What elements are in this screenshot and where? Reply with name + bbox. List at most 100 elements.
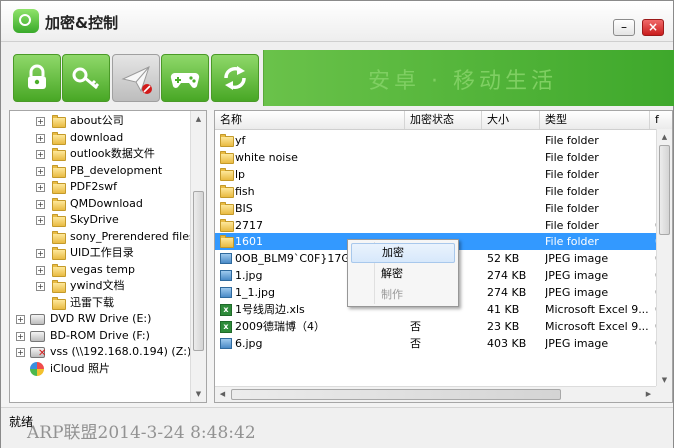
cell-type: JPEG image [545,269,609,283]
drive-icon [30,330,45,342]
menu-item-decrypt[interactable]: 解密 [351,264,455,284]
encrypt-lock-button[interactable] [13,54,61,102]
tree-item[interactable]: 迅雷下载 [70,295,114,311]
scroll-down-icon[interactable]: ▼ [193,388,204,400]
paper-plane-icon [121,66,152,94]
cell-name: 2009德瑞博（4） [235,319,325,333]
scroll-right-icon[interactable]: ▶ [643,388,654,400]
send-button[interactable] [112,54,160,102]
folder-icon [52,263,66,277]
cell-type: File folder [545,201,599,215]
folder-icon [52,181,66,194]
cell-type: JPEG image [545,336,609,350]
folder-icon [52,115,66,128]
image-file-icon [220,270,232,282]
table-row[interactable]: yf File folder [215,132,658,149]
lock-icon [28,64,46,89]
scroll-up-icon[interactable]: ▲ [659,131,670,143]
folder-icon [220,167,234,181]
close-button[interactable]: × [642,19,664,36]
minimize-button[interactable]: – [613,19,635,36]
table-row[interactable]: white noise File folder [215,149,658,166]
tree-expander-icon[interactable]: + [36,282,45,291]
menu-item-encrypt[interactable]: 加密 [351,243,455,263]
tree-expander-icon[interactable]: + [36,183,45,192]
table-row[interactable]: x2009德瑞博（4）否23 KBMicrosoft Excel 9...0 [215,318,662,335]
table-row[interactable]: lp File folder [215,166,658,183]
tree-expander-icon[interactable]: + [36,133,45,143]
tree-item[interactable]: iCloud 照片 [50,361,110,377]
tree-item[interactable]: about公司 [70,113,124,129]
cell-name: 2717 [235,218,263,232]
scroll-down-icon[interactable]: ▼ [659,374,670,386]
tree-item[interactable]: outlook数据文件 [70,146,155,162]
image-file-icon [220,287,232,299]
folder-icon [220,201,234,215]
tree-expander-icon[interactable]: + [36,199,45,209]
cell-size: 274 KB [487,286,527,300]
cell-type: File folder [545,134,599,147]
folder-icon [52,280,66,293]
tree-item[interactable]: vegas temp [70,262,135,278]
tree-item[interactable]: download [70,130,123,146]
tree-item[interactable]: ywind文档 [70,278,125,294]
cell-name: yf [235,134,246,147]
cell-type: File folder [545,235,599,249]
tree-vertical-scrollbar[interactable]: ▲ ▼ [190,111,206,402]
image-file-icon [220,253,232,265]
scroll-thumb[interactable] [659,145,670,235]
tree-expander-icon[interactable]: + [36,117,45,126]
menu-item-make: 制作 [381,288,403,301]
title-bar[interactable]: 加密&控制 – × [1,1,673,42]
tree-expander-icon[interactable]: + [16,315,25,324]
column-header-size[interactable]: 大小 [482,111,540,129]
drive-icon [30,314,45,325]
scroll-thumb[interactable] [193,191,204,351]
scroll-left-icon[interactable]: ◀ [217,388,228,400]
list-horizontal-scrollbar[interactable]: ◀ ▶ [215,386,658,402]
tree-item[interactable]: DVD RW Drive (E:) [50,311,151,327]
tree-item[interactable]: BD-ROM Drive (F:) [50,328,150,344]
cell-name: lp [235,167,246,181]
cell-size: 52 KB [487,252,520,266]
tree-expander-icon[interactable]: + [36,150,45,159]
column-header-extra[interactable]: f [650,111,672,129]
table-row[interactable]: fish File folder [215,183,658,200]
decrypt-key-button[interactable] [62,54,110,102]
tree-item[interactable]: PB_development [70,163,162,179]
table-row[interactable]: 6.jpg否403 KBJPEG image0 [215,335,662,352]
gamepad-button[interactable] [161,54,209,102]
tree-item[interactable]: SkyDrive [70,212,119,228]
excel-file-icon: x [220,304,232,316]
tree-expander-icon[interactable]: + [16,348,25,357]
folder-icon [220,150,234,164]
scroll-up-icon[interactable]: ▲ [193,113,204,125]
horizontal-scroll-thumb[interactable] [231,389,561,400]
status-bar: 就绪 ARP联盟2014-3-24 8:48:42 [1,407,673,448]
cell-type: File folder [545,150,599,164]
tree-expander-icon[interactable]: + [16,331,25,341]
tree-item[interactable]: PDF2swf [70,179,117,195]
table-row[interactable]: BIS File folder [215,200,658,217]
tree-expander-icon[interactable]: + [36,265,45,275]
table-row[interactable]: 2717File folder0 [215,217,662,234]
tree-expander-icon[interactable]: + [36,249,45,258]
cell-size: 23 KB [487,319,520,333]
column-header-name[interactable]: 名称 [215,111,405,129]
list-header: 名称 加密状态 大小 类型 f [215,111,672,130]
cell-type: File folder [545,184,599,198]
sync-button[interactable] [211,54,259,102]
list-vertical-scrollbar[interactable]: ▲ ▼ [656,129,672,388]
tree-item[interactable]: sony_Prerendered files [70,229,195,245]
tree-item[interactable]: UID工作目录 [70,245,134,261]
gamepad-icon [170,72,200,88]
tree-expander-icon[interactable]: + [36,216,45,225]
tree-item[interactable]: QMDownload [70,196,143,212]
column-header-type[interactable]: 类型 [540,111,650,129]
tree-item[interactable]: vss (\\192.168.0.194) (Z:) [50,344,191,360]
tree-expander-icon[interactable]: + [36,166,45,176]
folder-icon [52,148,66,161]
column-header-status[interactable]: 加密状态 [405,111,482,129]
cell-size: 403 KB [487,336,527,350]
folder-tree[interactable]: + about公司 + download + outlook数据文件 + PB_develop… [9,110,207,403]
